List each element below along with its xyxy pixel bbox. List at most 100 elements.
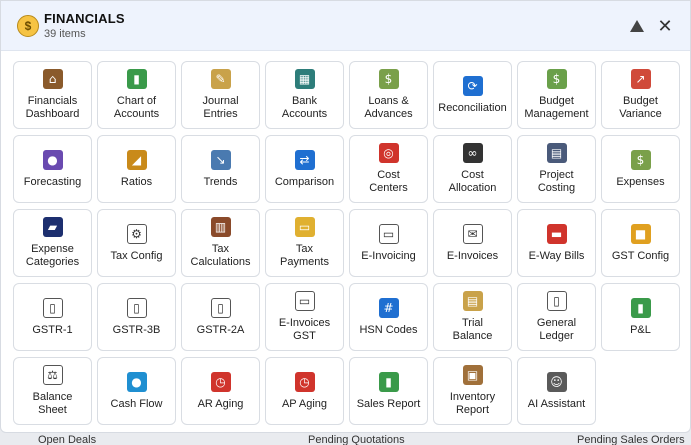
tile-bar-chart-31[interactable]: ▮ P&L <box>601 283 680 351</box>
tile-number-keypad-28[interactable]: # HSN Codes <box>349 283 428 351</box>
number-keypad-icon: # <box>378 297 399 318</box>
link-icon: ∞ <box>462 143 483 163</box>
credit-card-icon: ▭ <box>294 217 315 237</box>
tile-receipt-27[interactable]: ▭ E-Invoices GST <box>265 283 344 351</box>
tile-abacus-18[interactable]: ▥ Tax Calculations <box>181 209 260 277</box>
tile-receipt-20[interactable]: ▭ E-Invoicing <box>349 209 428 277</box>
tile-construction-14[interactable]: ▤ Project Costing <box>517 135 596 203</box>
trend-chart-icon: ↗ <box>630 69 651 89</box>
robot-face-icon: ☺ <box>546 371 567 392</box>
tile-label: Trends <box>203 175 238 188</box>
line-chart-icon: ↘ <box>210 149 231 170</box>
tile-money-wings-15[interactable]: $ Expenses <box>601 135 680 203</box>
scales-icon: ⚖ <box>42 365 63 385</box>
triangle-ruler-icon: ◢ <box>126 149 147 170</box>
construction-icon: ▤ <box>546 143 567 163</box>
tile-link-13[interactable]: ∞ Cost Allocation <box>433 135 512 203</box>
close-button[interactable]: ✕ <box>652 13 678 39</box>
tile-house-0[interactable]: ⌂ Financials Dashboard <box>13 61 92 129</box>
tile-label: E-Way Bills <box>528 249 585 262</box>
bar-chart-icon: ▮ <box>378 371 399 392</box>
refresh-icon: ⟳ <box>462 75 483 96</box>
bar-chart-icon: ▮ <box>126 69 147 89</box>
tile-droplet-33[interactable]: ● Cash Flow <box>97 357 176 425</box>
money-bill-icon: $ <box>546 69 567 89</box>
tile-open-book-30[interactable]: ▯ General Ledger <box>517 283 596 351</box>
background-bottom-bar: Open Deals Pending Quotations Pending Sa… <box>0 433 691 445</box>
tile-label: Chart of Accounts <box>113 95 160 120</box>
money-wings-icon: $ <box>378 69 399 89</box>
tile-label: Inventory Report <box>449 391 496 416</box>
clipboard-icon: ▤ <box>462 291 483 311</box>
tile-label: GSTR-1 <box>32 323 73 336</box>
tile-label: Cost Centers <box>369 169 408 194</box>
tile-truck-22[interactable]: ▬ E-Way Bills <box>517 209 596 277</box>
tile-credit-card-19[interactable]: ▭ Tax Payments <box>265 209 344 277</box>
tile-label: Tax Calculations <box>190 243 251 268</box>
tile-label: GST Config <box>611 249 670 262</box>
collapse-button[interactable] <box>624 13 650 39</box>
triangle-up-icon <box>630 19 644 32</box>
lock-icon: ■ <box>630 223 651 244</box>
open-deals-label: Open Deals <box>38 434 97 445</box>
target-icon: ◎ <box>378 143 399 163</box>
tile-trend-chart-7[interactable]: ↗ Budget Variance <box>601 61 680 129</box>
tile-label: Tax Payments <box>280 243 329 268</box>
tile-label: Forecasting <box>23 175 82 188</box>
tile-tag-16[interactable]: ▰ Expense Categories <box>13 209 92 277</box>
tile-label: Ratios <box>120 175 153 188</box>
truck-icon: ▬ <box>546 223 567 244</box>
tile-alarm-clock-35[interactable]: ◷ AP Aging <box>265 357 344 425</box>
alarm-clock-icon: ◷ <box>210 371 231 392</box>
tile-label: AP Aging <box>281 397 328 410</box>
tile-refresh-5[interactable]: ⟳ Reconciliation <box>433 61 512 129</box>
item-count: 39 items <box>44 28 86 40</box>
tile-gear-17[interactable]: ⚙ Tax Config <box>97 209 176 277</box>
panel-title: FINANCIALS <box>44 11 125 26</box>
header-titles: FINANCIALS 39 items <box>44 11 622 40</box>
abacus-icon: ▥ <box>210 217 231 237</box>
tile-bank-3[interactable]: ▦ Bank Accounts <box>265 61 344 129</box>
tile-label: Budget Management <box>524 95 589 120</box>
document-icon: ▯ <box>210 297 231 318</box>
tile-bar-chart-1[interactable]: ▮ Chart of Accounts <box>97 61 176 129</box>
tile-label: Financials Dashboard <box>25 95 80 120</box>
receipt-icon: ▭ <box>294 291 315 311</box>
tile-envelope-21[interactable]: ✉ E-Invoices <box>433 209 512 277</box>
tile-label: Sales Report <box>356 397 421 410</box>
tile-label: AR Aging <box>197 397 244 410</box>
tile-label: Loans & Advances <box>364 95 413 120</box>
tile-package-37[interactable]: ▣ Inventory Report <box>433 357 512 425</box>
tile-shuffle-11[interactable]: ⇄ Comparison <box>265 135 344 203</box>
tile-money-wings-4[interactable]: $ Loans & Advances <box>349 61 428 129</box>
document-icon: ▯ <box>42 297 63 318</box>
tile-label: Expense Categories <box>25 243 80 268</box>
tile-label: Expenses <box>616 175 665 188</box>
tile-memo-2[interactable]: ✎ Journal Entries <box>181 61 260 129</box>
tile-lock-23[interactable]: ■ GST Config <box>601 209 680 277</box>
tile-bar-chart-36[interactable]: ▮ Sales Report <box>349 357 428 425</box>
tile-label: AI Assistant <box>527 397 586 410</box>
tile-document-25[interactable]: ▯ GSTR-3B <box>97 283 176 351</box>
envelope-icon: ✉ <box>462 223 483 244</box>
tile-alarm-clock-34[interactable]: ◷ AR Aging <box>181 357 260 425</box>
shuffle-icon: ⇄ <box>294 149 315 170</box>
tile-label: General Ledger <box>536 317 577 342</box>
bar-chart-icon: ▮ <box>630 297 651 318</box>
panel-header: $ FINANCIALS 39 items ✕ <box>1 1 690 51</box>
tile-crystal-ball-8[interactable]: ● Forecasting <box>13 135 92 203</box>
tile-clipboard-29[interactable]: ▤ Trial Balance <box>433 283 512 351</box>
tile-robot-face-38[interactable]: ☺ AI Assistant <box>517 357 596 425</box>
tile-money-bill-6[interactable]: $ Budget Management <box>517 61 596 129</box>
tag-icon: ▰ <box>42 217 63 237</box>
tile-target-12[interactable]: ◎ Cost Centers <box>349 135 428 203</box>
items-grid: ⌂ Financials Dashboard ▮ Chart of Accounts ✎… <box>13 61 680 425</box>
tile-scales-32[interactable]: ⚖ Balance Sheet <box>13 357 92 425</box>
receipt-icon: ▭ <box>378 223 399 244</box>
tile-line-chart-10[interactable]: ↘ Trends <box>181 135 260 203</box>
package-icon: ▣ <box>462 365 483 385</box>
tile-label: Balance Sheet <box>32 391 73 416</box>
tile-triangle-ruler-9[interactable]: ◢ Ratios <box>97 135 176 203</box>
tile-document-26[interactable]: ▯ GSTR-2A <box>181 283 260 351</box>
tile-document-24[interactable]: ▯ GSTR-1 <box>13 283 92 351</box>
